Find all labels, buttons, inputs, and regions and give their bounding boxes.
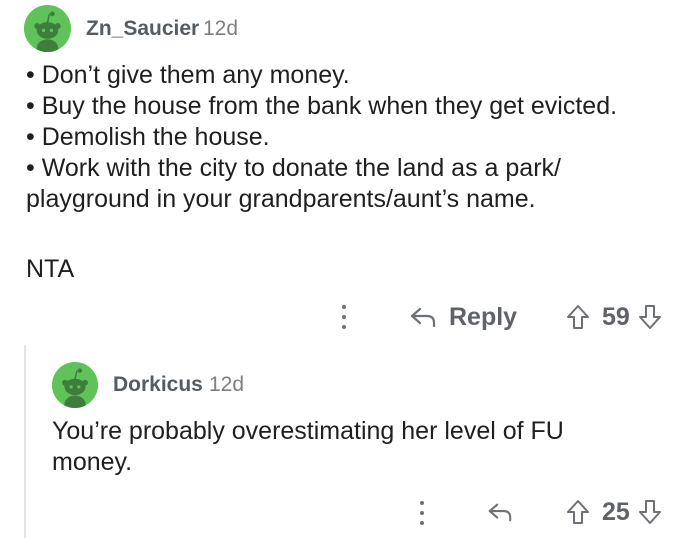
reply-arrow-icon [410,307,436,328]
thread-line[interactable] [24,345,26,538]
comment-line: • Demolish the house. [26,123,270,151]
comment-age: 12d [209,373,245,396]
comment-line: • Buy the house from the bank when they … [26,92,618,120]
comment-line: • Work with the city to donate the land … [26,154,561,182]
reply-button[interactable]: Reply [409,302,517,332]
upvote-arrow-icon[interactable] [566,304,590,330]
comment-author[interactable]: Dorkicus [113,373,203,397]
reply-arrow-icon [488,503,512,522]
downvote-arrow-icon[interactable] [638,499,662,525]
snoo-avatar-icon[interactable] [52,362,98,408]
vote-controls: 59 [566,302,662,332]
comment-body: You’re probably overestimating her level… [52,416,692,478]
vote-count: 59 [602,302,630,331]
vote-controls: 25 [566,497,662,527]
snoo-avatar-icon[interactable] [24,5,71,52]
more-options-button[interactable] [419,498,425,528]
comment-closing: NTA [26,255,75,283]
comment-author[interactable]: Zn_Saucier [86,17,199,41]
vote-count: 25 [602,497,630,526]
reply-label: Reply [449,302,518,331]
comment-line: You’re probably overestimating her level… [52,417,564,445]
reply-button[interactable] [487,499,513,525]
comment-body: • Don’t give them any money. • Buy the h… [26,60,696,215]
comment-line: playground in your grandparents/aunt’s n… [26,185,536,213]
comment-age: 12d [203,17,239,40]
upvote-arrow-icon[interactable] [566,499,590,525]
comment-line: • Don’t give them any money. [26,61,350,89]
downvote-arrow-icon[interactable] [638,304,662,330]
more-options-button[interactable] [341,302,347,332]
comment-line: money. [52,448,133,476]
